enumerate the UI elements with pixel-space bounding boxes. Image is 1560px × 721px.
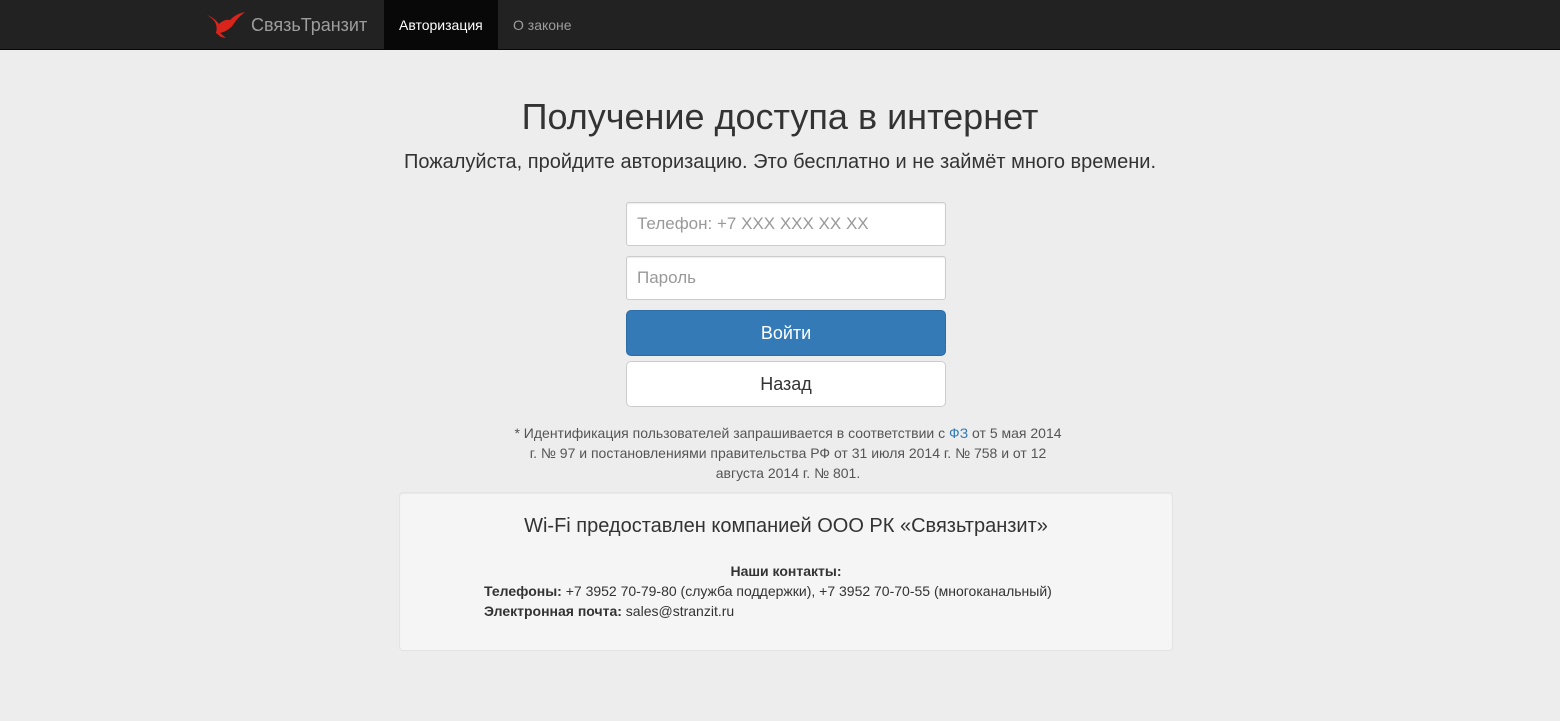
law-link[interactable]: ФЗ [949, 425, 968, 441]
top-navbar: СвязьТранзит Авторизация О законе [0, 0, 1560, 50]
email-label: Электронная почта: [484, 603, 622, 619]
legal-note: * Идентификация пользователей запрашивае… [510, 423, 1066, 483]
back-button[interactable]: Назад [626, 361, 946, 407]
page-title: Получение доступа в интернет [521, 96, 1039, 137]
nav-item-authorization[interactable]: Авторизация [384, 0, 498, 49]
phone-input[interactable] [626, 202, 946, 246]
password-input[interactable] [626, 256, 946, 300]
email-line: Электронная почта: sales@stranzit.ru [484, 603, 734, 619]
phones-line: Телефоны: +7 3952 70-79-80 (служба подде… [484, 583, 1052, 599]
contacts-heading: Наши контакты: [730, 563, 842, 579]
brand-link[interactable]: СвязьТранзит [206, 0, 367, 50]
nav-item-about-law[interactable]: О законе [498, 0, 587, 49]
brand-name: СвязьТранзит [251, 14, 368, 35]
email-value: sales@stranzit.ru [621, 603, 735, 619]
phones-value: +7 3952 70-79-80 (служба поддержки), +7 … [561, 583, 1052, 599]
bird-logo-icon [207, 12, 245, 38]
legal-note-text-1: * Идентификация пользователей запрашивае… [514, 425, 950, 441]
phones-label: Телефоны: [484, 583, 562, 599]
page-subtitle: Пожалуйста, пройдите авторизацию. Это бе… [403, 151, 1157, 173]
login-button[interactable]: Войти [626, 310, 946, 356]
provider-title: Wi-Fi предоставлен компанией ООО РК «Свя… [524, 515, 1048, 537]
provider-info-panel: Wi-Fi предоставлен компанией ООО РК «Свя… [399, 492, 1173, 651]
